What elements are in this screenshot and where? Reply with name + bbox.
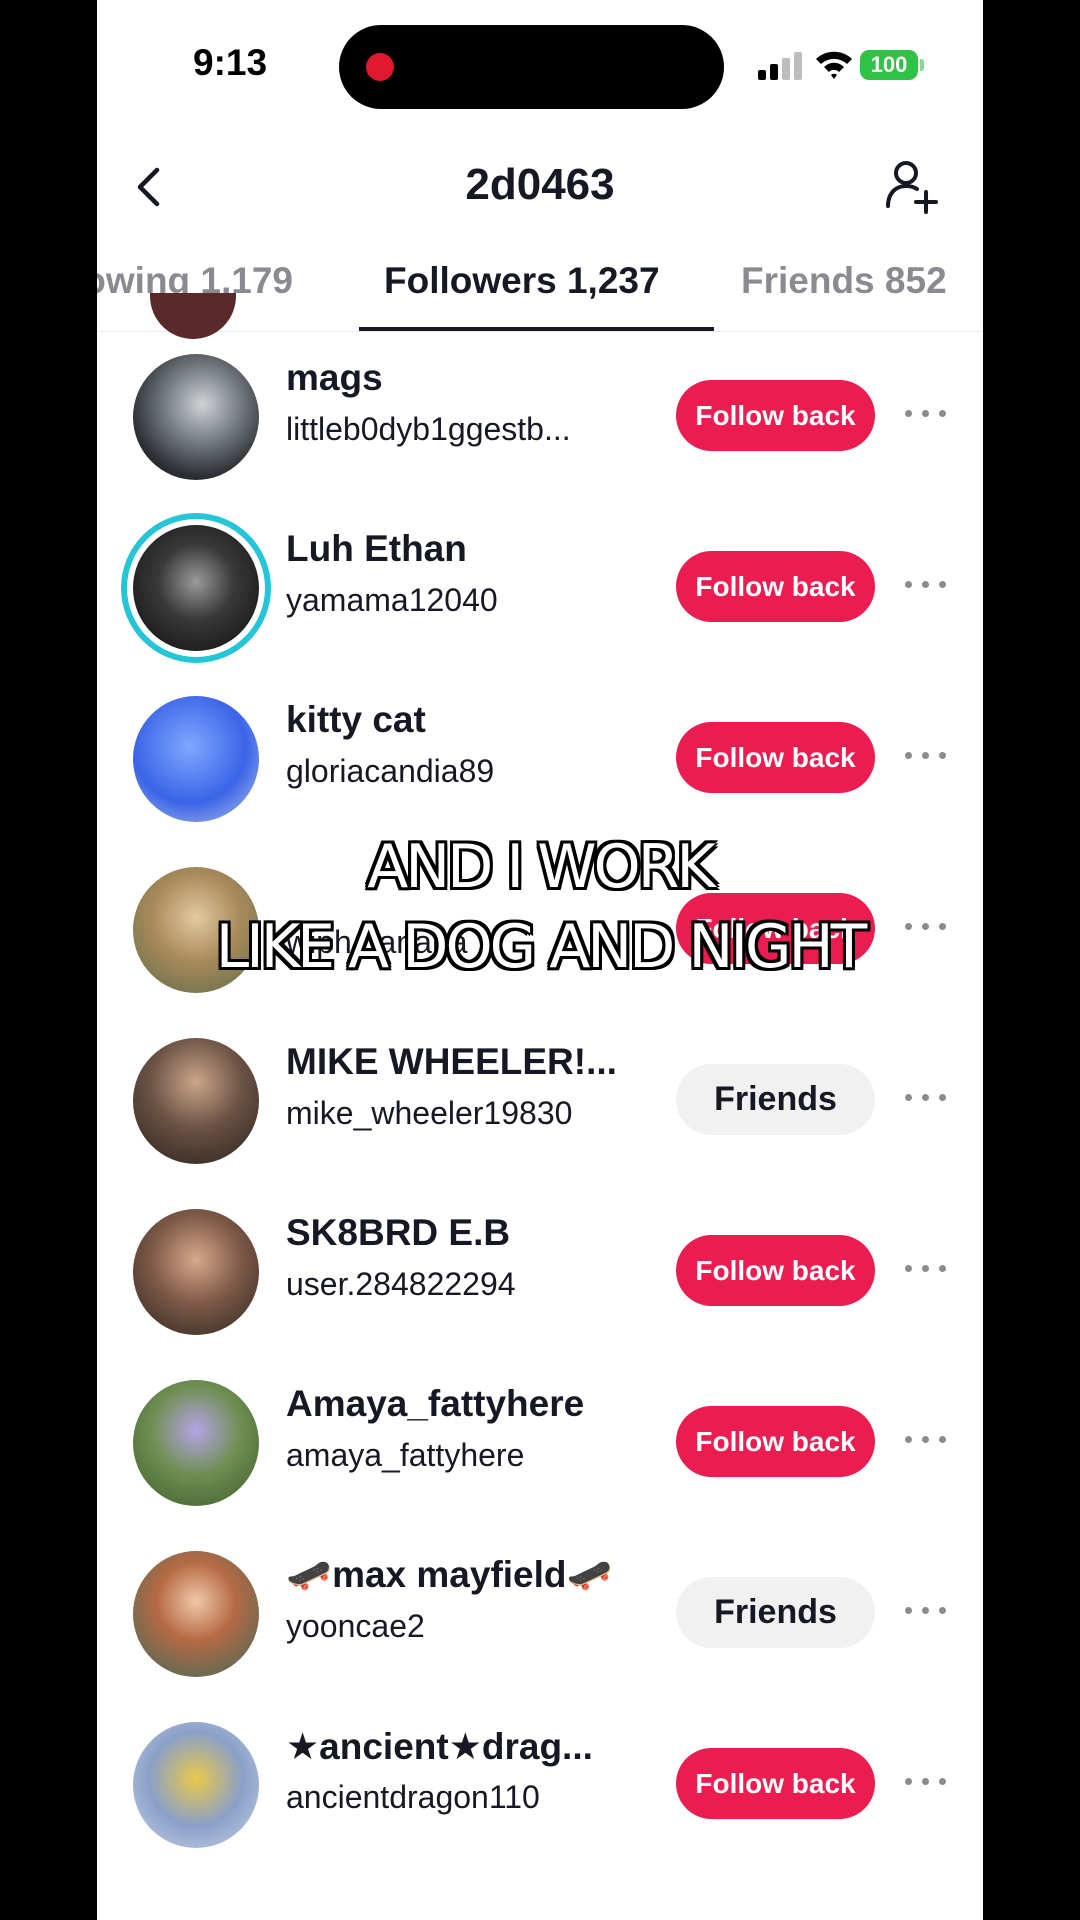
display-name: 🛹max mayfield🛹 <box>286 1554 613 1595</box>
more-options-icon[interactable] <box>905 1262 949 1276</box>
status-time: 9:13 <box>193 42 268 83</box>
list-item[interactable]: ★ancient★drag... ancientdragon110 Follow… <box>97 1701 983 1872</box>
more-options-icon[interactable] <box>905 1433 949 1447</box>
avatar[interactable] <box>133 525 259 651</box>
follow-tabs: lowing 1,179 Followers 1,237 Friends 852 <box>97 252 983 332</box>
avatar[interactable] <box>133 1209 259 1335</box>
avatar[interactable] <box>133 1038 259 1164</box>
more-options-icon[interactable] <box>905 749 949 763</box>
more-options-icon[interactable] <box>905 1775 949 1789</box>
follow-back-button[interactable]: Follow back <box>676 551 875 622</box>
follow-back-button[interactable]: Follow back <box>676 1748 875 1819</box>
list-item[interactable]: Amaya_fattyhere amaya_fattyhere Follow b… <box>97 1359 983 1530</box>
username: yooncae2 <box>286 1608 425 1644</box>
username: ancientdragon110 <box>286 1779 540 1815</box>
username: gloriacandia89 <box>286 753 495 789</box>
follow-back-button[interactable]: Follow back <box>676 1406 875 1477</box>
username: user.284822294 <box>286 1266 516 1302</box>
follow-back-button[interactable]: Follow back <box>676 380 875 451</box>
list-item[interactable]: 🛹max mayfield🛹 yooncae2 Friends <box>97 1530 983 1701</box>
recording-dot-icon <box>366 53 394 81</box>
list-item[interactable]: Luh Ethan yamama12040 Follow back <box>97 504 983 675</box>
more-options-icon[interactable] <box>905 578 949 592</box>
avatar[interactable] <box>133 354 259 480</box>
phone-screen: 9:13 100 2d0463 lowing 1,179 Fo <box>97 0 983 1920</box>
friends-button[interactable]: Friends <box>676 1064 875 1135</box>
video-caption-line-2: LIKE A DOG AND NIGHT <box>215 912 868 982</box>
dynamic-island <box>339 25 724 109</box>
more-options-icon[interactable] <box>905 1604 949 1618</box>
page-title: 2d0463 <box>465 160 615 209</box>
list-item[interactable]: kitty cat gloriacandia89 Follow back <box>97 675 983 846</box>
cellular-signal-icon <box>758 52 804 80</box>
avatar[interactable] <box>133 696 259 822</box>
display-name: mags <box>286 357 383 398</box>
display-name: Amaya_fattyhere <box>286 1383 585 1424</box>
avatar[interactable] <box>133 1722 259 1848</box>
follow-back-button[interactable]: Follow back <box>676 722 875 793</box>
wifi-icon <box>816 51 852 79</box>
battery-tip <box>920 59 924 71</box>
status-bar: 9:13 100 <box>97 0 983 140</box>
avatar[interactable] <box>133 1380 259 1506</box>
avatar[interactable] <box>133 1551 259 1677</box>
list-item[interactable]: MIKE WHEELER!... mike_wheeler19830 Frien… <box>97 1017 983 1188</box>
list-item[interactable]: mags littleb0dyb1ggestb... Follow back <box>97 333 983 504</box>
display-name: MIKE WHEELER!... <box>286 1041 617 1082</box>
battery-icon: 100 <box>860 50 918 80</box>
friends-button[interactable]: Friends <box>676 1577 875 1648</box>
tab-followers[interactable]: Followers 1,237 <box>384 260 660 302</box>
more-options-icon[interactable] <box>905 1091 949 1105</box>
display-name: Luh Ethan <box>286 528 467 569</box>
username: mike_wheeler19830 <box>286 1095 573 1131</box>
follow-back-button[interactable]: Follow back <box>676 1235 875 1306</box>
tab-friends[interactable]: Friends 852 <box>741 260 947 302</box>
video-caption-line-1: AND I WORK <box>367 832 716 902</box>
display-name: kitty cat <box>286 699 426 740</box>
add-user-icon[interactable] <box>883 156 943 216</box>
username: amaya_fattyhere <box>286 1437 525 1473</box>
username: yamama12040 <box>286 582 498 618</box>
header: 2d0463 <box>97 140 983 250</box>
list-item[interactable]: SK8BRD E.B user.284822294 Follow back <box>97 1188 983 1359</box>
more-options-icon[interactable] <box>905 407 949 421</box>
username: littleb0dyb1ggestb... <box>286 411 571 447</box>
display-name: SK8BRD E.B <box>286 1212 511 1253</box>
display-name: ★ancient★drag... <box>286 1726 593 1767</box>
active-tab-indicator <box>359 327 714 331</box>
